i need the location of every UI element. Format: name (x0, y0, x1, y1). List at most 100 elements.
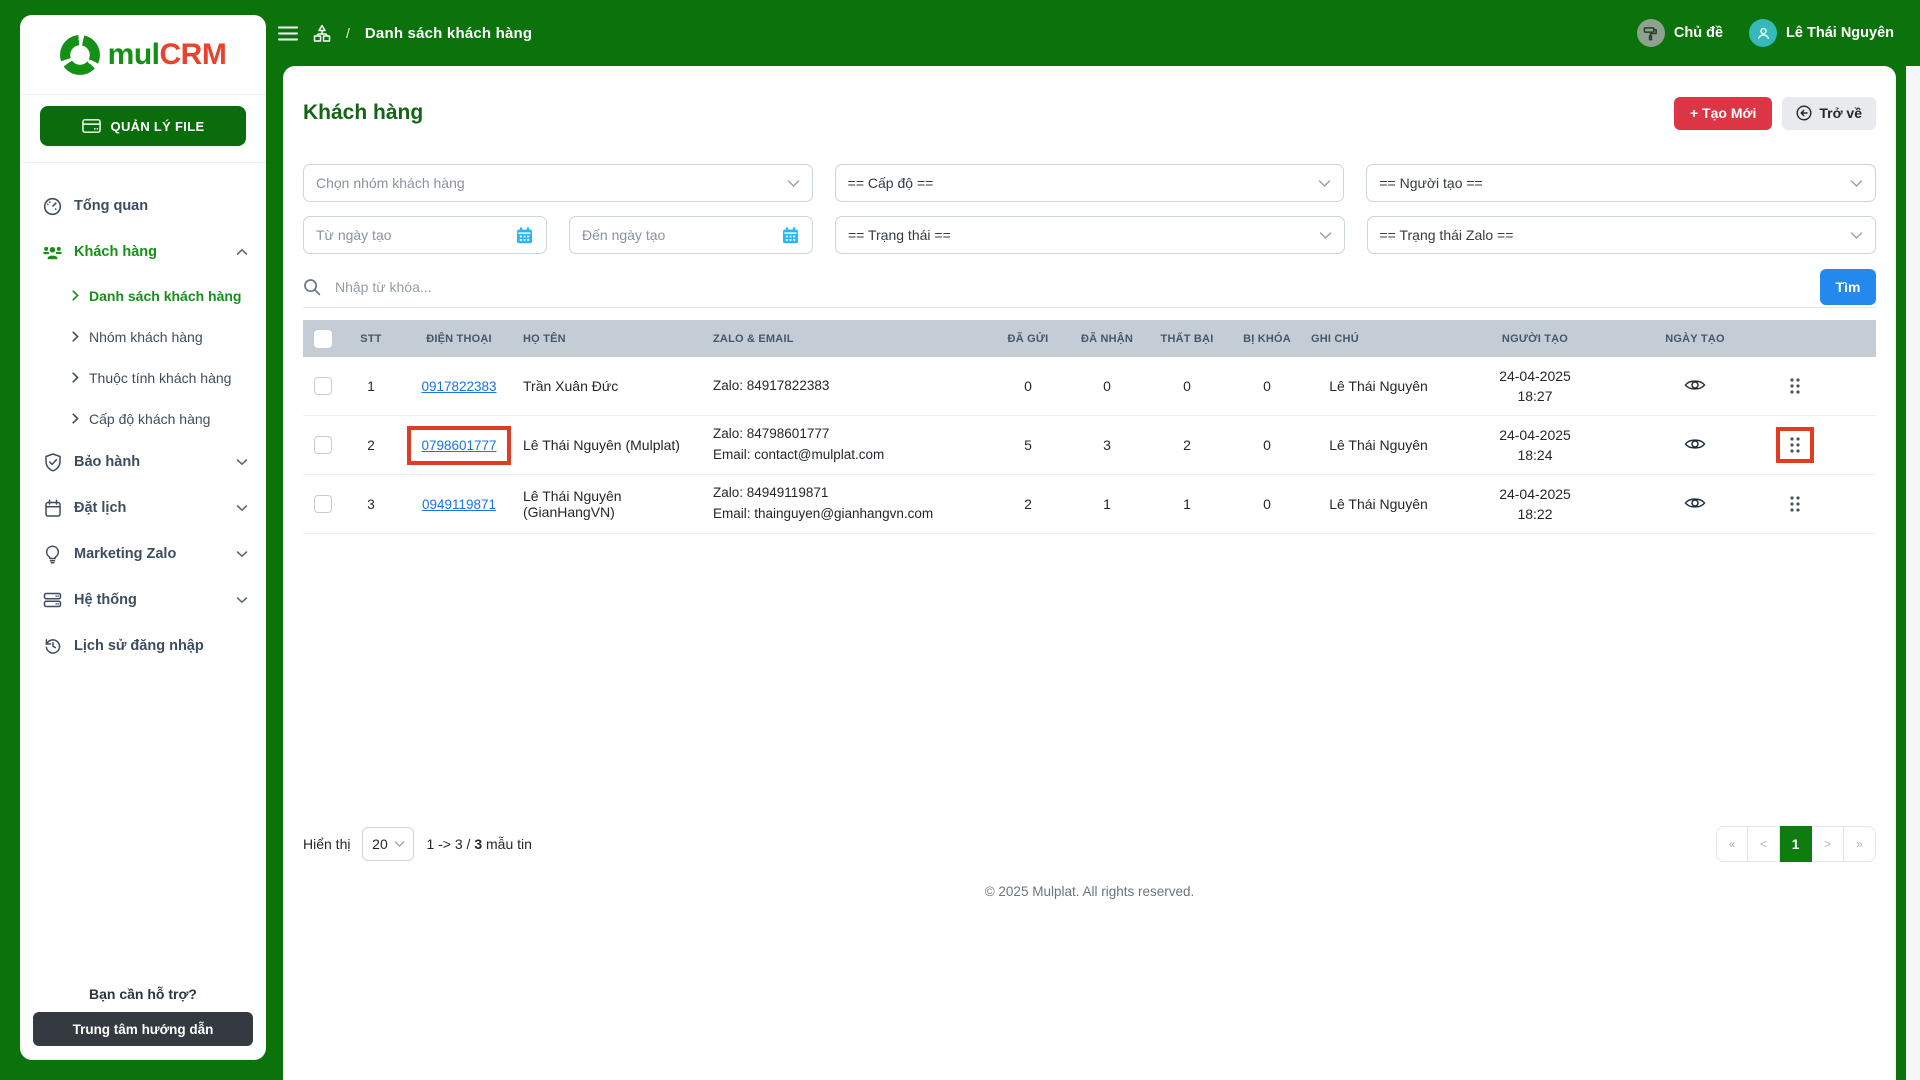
table-row: 2 0798601777 Lê Thái Nguyên (Mulplat) Za… (303, 416, 1876, 475)
customer-name: Lê Thái Nguyên (GianHangVN) (523, 488, 622, 520)
table-row: 3 0949119871 Lê Thái Nguyên (GianHangVN)… (303, 475, 1876, 534)
calendar-icon (42, 498, 63, 518)
col-note: GHI CHÚ (1311, 332, 1359, 345)
row-index: 1 (367, 378, 375, 394)
select-all-checkbox[interactable] (314, 329, 332, 348)
row-actions-handle[interactable] (1776, 368, 1814, 404)
hamburger-menu-icon[interactable] (278, 26, 298, 41)
row-checkbox[interactable] (314, 495, 332, 514)
created-time: 18:27 (1517, 388, 1553, 404)
sidebar-item-label: Khách hàng (74, 244, 157, 260)
shield-check-icon (42, 452, 63, 472)
phone-link[interactable]: 0949119871 (408, 485, 510, 524)
page-button[interactable]: < (1748, 826, 1780, 862)
sidebar-subitem-label: Thuộc tính khách hàng (89, 369, 232, 386)
zalo-id: Zalo: 84949119871 (713, 485, 829, 501)
sidebar-item-booking[interactable]: Đặt lịch (20, 485, 266, 531)
table-row: 1 0917822383 Trần Xuân Đức Zalo: 8491782… (303, 357, 1876, 416)
phone-link[interactable]: 0917822383 (407, 367, 510, 406)
sidebar-subitem-customer-groups[interactable]: Nhóm khách hàng (20, 316, 266, 357)
sidebar-item-login-history[interactable]: Lịch sử đăng nhập (20, 623, 266, 669)
locked-count: 0 (1263, 437, 1271, 453)
sidebar-item-label: Tổng quan (74, 198, 149, 214)
help-center-button[interactable]: Trung tâm hướng dẫn (33, 1012, 253, 1046)
phone-link[interactable]: 0798601777 (407, 425, 511, 465)
row-actions-handle[interactable] (1776, 427, 1814, 463)
page-size-select[interactable]: 20 (362, 827, 415, 861)
chevron-up-icon (236, 248, 248, 256)
sidebar-item-label: Hệ thống (74, 592, 137, 608)
sidebar-item-label: Marketing Zalo (74, 546, 177, 562)
customers-table: STT ĐIỆN THOẠI HỌ TÊN ZALO & EMAIL ĐÃ GỬ… (303, 320, 1876, 534)
avatar (1749, 19, 1778, 47)
chevron-down-icon (236, 458, 248, 466)
row-checkbox[interactable] (314, 377, 332, 396)
scrollbar-track[interactable] (1906, 66, 1920, 1080)
sidebar-item-system[interactable]: Hệ thống (20, 577, 266, 623)
table-header: STT ĐIỆN THOẠI HỌ TÊN ZALO & EMAIL ĐÃ GỬ… (303, 320, 1876, 357)
col-creator: NGƯỜI TẠO (1501, 332, 1569, 345)
date-from-input[interactable]: Từ ngày tạo (303, 216, 547, 254)
lightbulb-icon (42, 544, 63, 564)
sidebar-subitem-customer-attributes[interactable]: Thuộc tính khách hàng (20, 357, 266, 398)
page-button-active[interactable]: 1 (1780, 826, 1812, 862)
chevron-down-icon (236, 550, 248, 558)
calendar-icon (781, 226, 800, 245)
row-checkbox[interactable] (314, 436, 332, 455)
gauge-icon (42, 197, 63, 216)
creator-name: Lê Thái Nguyên (1329, 378, 1428, 394)
breadcrumb-separator: / (346, 25, 350, 41)
back-arrow-icon (1796, 105, 1812, 121)
customer-group-select[interactable]: Chọn nhóm khách hàng (303, 164, 813, 202)
display-label: Hiển thị (303, 836, 351, 852)
search-button[interactable]: Tìm (1820, 268, 1876, 305)
created-date: 24-04-2025 (1499, 367, 1571, 384)
col-locked: BỊ KHÓA (1243, 332, 1291, 345)
sitemap-icon[interactable] (313, 24, 331, 42)
page-button[interactable]: « (1716, 826, 1748, 862)
logo-icon (59, 34, 100, 75)
failed-count: 1 (1183, 496, 1191, 512)
creator-select[interactable]: == Người tạo == (1366, 164, 1877, 202)
sidebar-item-warranty[interactable]: Bảo hành (20, 439, 266, 485)
chevron-right-icon (72, 413, 79, 424)
zalo-status-select[interactable]: == Trạng thái Zalo == (1366, 216, 1876, 254)
received-count: 3 (1103, 437, 1111, 453)
chevron-down-icon (1318, 179, 1331, 188)
view-button[interactable] (1684, 436, 1706, 452)
create-new-button[interactable]: + Tạo Mới (1673, 96, 1773, 130)
sidebar-item-label: Đặt lịch (74, 500, 127, 516)
sidebar-subitem-customer-list[interactable]: Danh sách khách hàng (20, 275, 266, 316)
sidebar-item-zalo-marketing[interactable]: Marketing Zalo (20, 531, 266, 577)
sidebar-item-customers[interactable]: Khách hàng (20, 229, 266, 275)
chevron-right-icon (72, 331, 79, 342)
created-time: 18:22 (1517, 506, 1553, 522)
row-actions-handle[interactable] (1776, 486, 1814, 522)
page-button[interactable]: > (1812, 826, 1844, 862)
calendar-icon (515, 226, 534, 245)
main-content: Khách hàng + Tạo Mới Trở về Chọn nhóm kh… (283, 66, 1896, 1080)
col-zalo-email: ZALO & EMAIL (713, 332, 794, 345)
date-to-input[interactable]: Đến ngày tạo (569, 216, 813, 254)
chevron-down-icon (1319, 231, 1332, 240)
view-button[interactable] (1684, 495, 1706, 511)
view-button[interactable] (1684, 377, 1706, 393)
file-manager-button[interactable]: QUẢN LÝ FILE (40, 106, 246, 146)
page-button[interactable]: » (1844, 826, 1876, 862)
col-failed: THẤT BẠI (1160, 332, 1214, 345)
search-input[interactable] (335, 278, 1806, 295)
failed-count: 2 (1183, 437, 1191, 453)
level-select[interactable]: == Cấp độ == (834, 164, 1345, 202)
col-sent: ĐÃ GỬI (1007, 332, 1049, 345)
sent-count: 2 (1024, 496, 1032, 512)
status-select[interactable]: == Trạng thái == (835, 216, 1345, 254)
top-bar: / Danh sách khách hàng Chủ đề Lê Thái Ng… (0, 0, 1920, 66)
theme-switcher[interactable]: Chủ đề (1636, 19, 1723, 47)
sidebar-subitem-customer-levels[interactable]: Cấp độ khách hàng (20, 398, 266, 439)
customer-name: Lê Thái Nguyên (Mulplat) (523, 437, 680, 453)
user-menu[interactable]: Lê Thái Nguyên (1749, 19, 1894, 47)
created-date: 24-04-2025 (1499, 485, 1571, 502)
back-button[interactable]: Trở về (1782, 96, 1876, 130)
history-icon (42, 637, 63, 655)
sidebar-item-overview[interactable]: Tổng quan (20, 183, 266, 229)
